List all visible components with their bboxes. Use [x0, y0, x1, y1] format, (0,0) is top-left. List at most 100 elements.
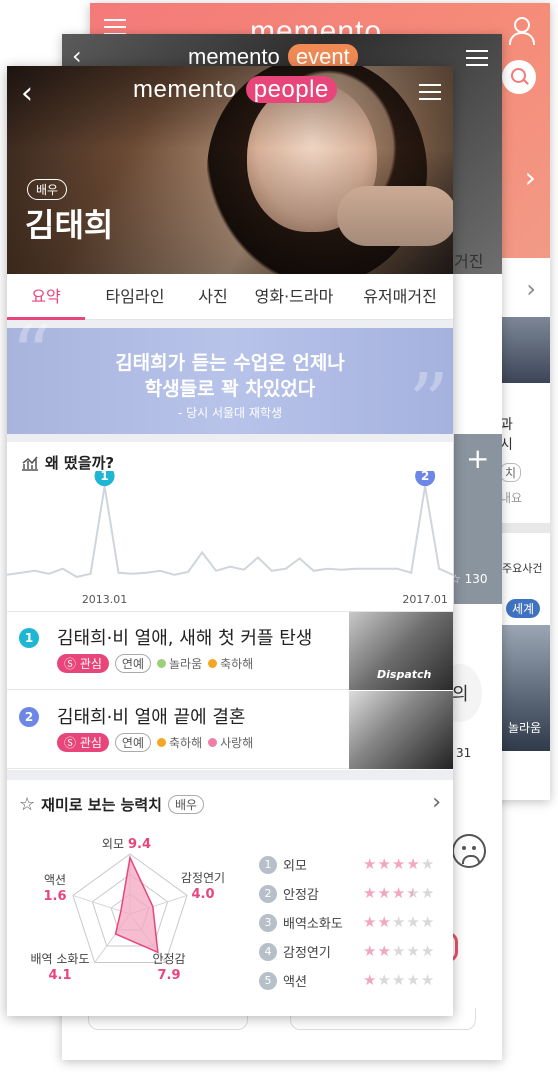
- tab-timeline[interactable]: 타임라인: [85, 274, 185, 320]
- star-icon: ★: [377, 942, 391, 960]
- star-icon: ★: [363, 971, 377, 989]
- ability-title: 재미로 보는 능력치: [41, 796, 162, 814]
- quote-banner: “ ” 김태희가 듣는 수업은 언제나 학생들로 꽉 차있었다 - 당시 서울대…: [7, 308, 453, 449]
- people-logo: memento people: [133, 76, 337, 104]
- section-divider: [7, 434, 453, 442]
- article-thumbnail: [500, 317, 550, 383]
- sad-face-icon[interactable]: [452, 834, 486, 868]
- radar-value: 7.9: [157, 968, 180, 983]
- star-icon: ★: [406, 855, 420, 873]
- star-rating: ★ ★ ★ ★ ★: [363, 915, 434, 930]
- stat-number: 4: [259, 942, 277, 961]
- radar-value: 4.1: [48, 968, 71, 983]
- star-icon: ★: [391, 942, 406, 960]
- event-item[interactable]: 2 김태희·비 열애 끝에 결혼 Ⓢ 관심 연예 축하해 사랑해: [7, 691, 453, 769]
- stat-number: 3: [259, 913, 277, 932]
- star-icon: ★: [420, 884, 435, 902]
- star-rating: ★ ★ ★ ★ ★: [363, 944, 434, 959]
- radar-value: 1.6: [43, 889, 66, 904]
- trend-section-title: 왜 떴을까?: [21, 452, 114, 473]
- tab-magazine-partial[interactable]: 거진: [454, 248, 483, 272]
- reaction-tag: 사랑해: [208, 734, 253, 751]
- back-arrow-icon[interactable]: ‹: [21, 76, 33, 111]
- star-icon: ★: [420, 855, 435, 873]
- stat-number: 1: [259, 855, 277, 874]
- ability-stat-row: 1 외모 ★ ★ ★ ★ ★: [259, 850, 449, 879]
- divider: [500, 523, 550, 533]
- x-tick-label: 2017.01: [402, 593, 448, 606]
- radar-value: 4.0: [191, 887, 214, 902]
- chevron-right-icon[interactable]: ›: [525, 161, 536, 194]
- tab-photos[interactable]: 사진: [185, 274, 241, 320]
- radar-label: 안정감: [152, 952, 185, 966]
- ability-stat-list: 1 외모 ★ ★ ★ ★ ★ 2 안정감 ★ ★ ★ ★ ★ 3 배역소화도 ★ ★ ★ ★ ★ 4 감정연기 ★ ★ ★ ★ ★ 5 액…: [259, 850, 449, 995]
- section-divider: [7, 320, 453, 328]
- category-badge: 연예: [114, 733, 152, 752]
- stat-label: 액션: [283, 975, 307, 990]
- ability-radar-chart: 외모 9.4 감정연기 4.0 안정감 7.9 배역 소화도 4.1 액션 1.6: [30, 837, 225, 983]
- reaction-tag: 놀라움: [157, 655, 202, 672]
- menu-icon[interactable]: [419, 84, 441, 100]
- ability-stat-row: 5 액션 ★ ★ ★ ★ ★: [259, 966, 449, 995]
- star-icon: ★: [363, 913, 377, 931]
- event-item[interactable]: 1 김태희·비 열애, 새해 첫 커플 탄생 Ⓢ 관심 연예 놀라움 축하해 D…: [7, 612, 453, 690]
- interest-trend-chart: 1 2 2013.01 2017.01: [7, 471, 453, 606]
- major-events-label: 주요사건: [502, 562, 543, 575]
- star-icon: ★: [363, 855, 377, 873]
- star-rating: ★ ★ ★ ★ ★: [363, 973, 434, 988]
- tab-user-magazine[interactable]: 유저매거진: [347, 274, 453, 320]
- menu-icon[interactable]: [104, 19, 126, 35]
- plus-icon[interactable]: +: [466, 442, 489, 475]
- star-icon: ★: [420, 913, 435, 931]
- event-thumbnail: [349, 691, 453, 769]
- radar-area: [114, 855, 159, 954]
- ability-badge: 배우: [168, 795, 205, 814]
- star-outline-icon: ☆: [19, 794, 36, 815]
- menu-icon[interactable]: [466, 50, 488, 66]
- radar-label: 감정연기: [181, 871, 225, 885]
- world-tag[interactable]: 세계: [506, 599, 541, 618]
- article-reaction: 내요: [500, 491, 523, 505]
- chevron-right-icon[interactable]: ›: [526, 275, 536, 303]
- stat-label: 외모: [283, 859, 307, 874]
- star-rating: ★ ★ ★ ★ ★: [363, 886, 434, 901]
- star-icon: ★: [391, 971, 406, 989]
- app-screenshot-stack: memento › › 과시 치 내요 주요사건 세계 놀라움 ‹ mement…: [0, 0, 558, 1072]
- people-screen-card: ‹ memento people 배우 김태희 요약 타임라인 사진 영화·드라…: [7, 66, 453, 1016]
- ability-stat-row: 3 배역소화도 ★ ★ ★ ★ ★: [259, 908, 449, 937]
- trend-title: 왜 떴을까?: [45, 454, 115, 472]
- like-count: ☆ 130: [450, 572, 488, 586]
- ability-stat-row: 4 감정연기 ★ ★ ★ ★ ★: [259, 937, 449, 966]
- ability-section-title: ☆ 재미로 보는 능력치 배우: [19, 794, 205, 815]
- stat-number: 2: [259, 884, 277, 903]
- tab-bar: 요약 타임라인 사진 영화·드라마 유저매거진: [7, 274, 453, 320]
- star-icon: ★: [420, 971, 435, 989]
- tab-movies-dramas[interactable]: 영화·드라마: [241, 274, 347, 320]
- trend-marker-label: 2: [421, 471, 429, 483]
- event-title: 김태희·비 열애 끝에 결혼: [57, 707, 246, 728]
- star-icon: ★: [377, 855, 391, 873]
- trend-line: [7, 485, 453, 578]
- user-icon[interactable]: [508, 17, 535, 45]
- count-value: 31: [456, 746, 472, 760]
- stat-label: 배역소화도: [283, 917, 343, 932]
- star-rating: ★ ★ ★ ★ ★: [363, 857, 434, 872]
- stat-number: 5: [259, 971, 277, 990]
- star-icon: ★: [363, 942, 377, 960]
- score-badge: Ⓢ 관심: [57, 654, 109, 673]
- trend-marker-label: 1: [100, 471, 108, 483]
- search-icon[interactable]: [502, 60, 536, 94]
- quote-line-2: 학생들로 꽉 차있었다: [144, 378, 316, 400]
- event-title: 김태희·비 열애, 새해 첫 커플 탄생: [57, 628, 313, 649]
- score-badge: Ⓢ 관심: [57, 733, 109, 752]
- star-icon: ★: [391, 913, 406, 931]
- star-icon: ★: [420, 942, 435, 960]
- quote-source: - 당시 서울대 재학생: [177, 406, 283, 420]
- chevron-right-icon[interactable]: ›: [432, 790, 441, 815]
- reaction-tag: 축하해: [157, 734, 202, 751]
- event-number: 1: [19, 628, 39, 648]
- star-icon: ★: [406, 884, 420, 902]
- star-icon: ★: [391, 884, 406, 902]
- radar-label: 배역 소화도: [30, 952, 89, 966]
- star-icon: ★: [391, 855, 406, 873]
